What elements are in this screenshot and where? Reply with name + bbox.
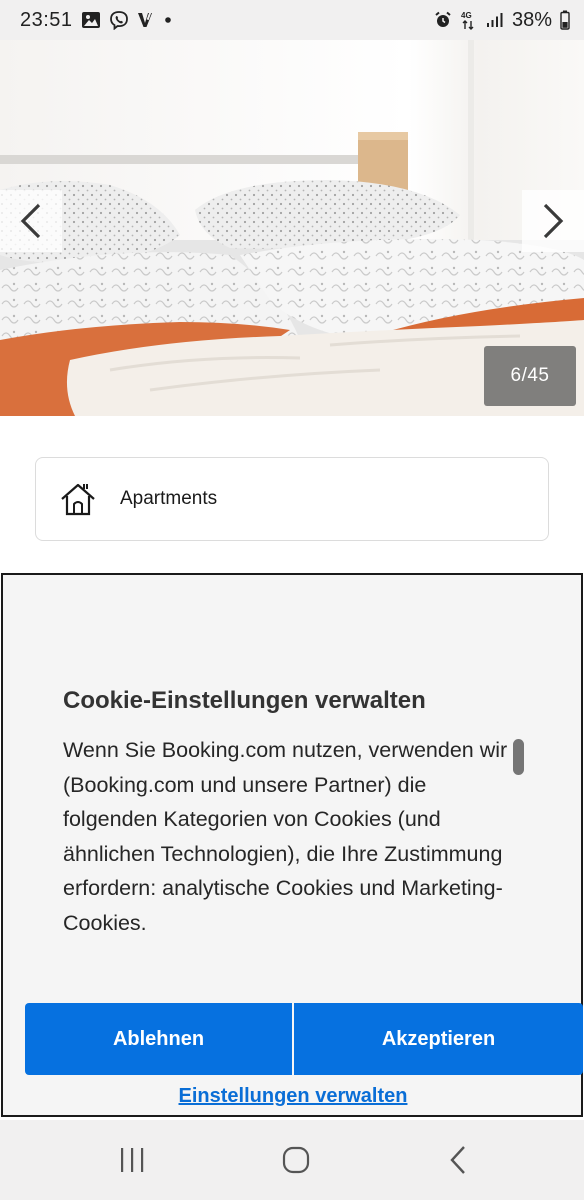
gallery-next-button[interactable] bbox=[522, 190, 584, 252]
signal-icon bbox=[486, 12, 504, 28]
reject-button[interactable]: Ablehnen bbox=[25, 1003, 292, 1075]
home-icon bbox=[282, 1146, 310, 1174]
chevron-right-icon bbox=[543, 203, 564, 239]
home-button[interactable] bbox=[266, 1140, 326, 1180]
alarm-icon bbox=[434, 11, 452, 29]
chevron-left-icon bbox=[20, 203, 41, 239]
viber-icon bbox=[109, 10, 129, 30]
property-type-card: Apartments bbox=[35, 457, 549, 541]
v-app-icon bbox=[137, 11, 153, 29]
cookie-consent-dialog: Cookie-Einstellungen verwalten Wenn Sie … bbox=[1, 573, 583, 1117]
recent-apps-button[interactable] bbox=[102, 1140, 162, 1180]
battery-icon bbox=[560, 10, 570, 30]
status-right: 4G 38% bbox=[434, 9, 570, 32]
back-icon bbox=[450, 1146, 465, 1174]
property-type-label: Apartments bbox=[120, 488, 218, 509]
gallery-icon bbox=[81, 11, 101, 29]
status-time: 23:51 bbox=[20, 8, 73, 31]
status-bar: 23:51 4G 38% bbox=[0, 0, 584, 40]
cookie-dialog-title: Cookie-Einstellungen verwalten bbox=[63, 687, 426, 714]
dialog-scrollbar[interactable] bbox=[513, 739, 524, 775]
photo-gallery[interactable]: 6/45 bbox=[0, 40, 584, 416]
recent-apps-icon bbox=[121, 1148, 144, 1172]
back-button[interactable] bbox=[430, 1140, 490, 1180]
network-label: 4G bbox=[461, 11, 472, 20]
manage-settings-link[interactable]: Einstellungen verwalten bbox=[3, 1085, 583, 1108]
status-left: 23:51 bbox=[20, 9, 175, 32]
notification-dot-icon bbox=[161, 13, 175, 27]
photo-counter: 6/45 bbox=[484, 346, 576, 406]
4g-data-icon: 4G bbox=[460, 10, 478, 30]
gallery-prev-button[interactable] bbox=[0, 190, 62, 252]
battery-percent: 38% bbox=[511, 8, 552, 31]
house-icon bbox=[58, 479, 98, 519]
system-navigation-bar bbox=[0, 1120, 584, 1200]
accept-button[interactable]: Akzeptieren bbox=[294, 1003, 583, 1075]
cookie-dialog-text: Wenn Sie Booking.com nutzen, verwenden w… bbox=[63, 738, 508, 935]
